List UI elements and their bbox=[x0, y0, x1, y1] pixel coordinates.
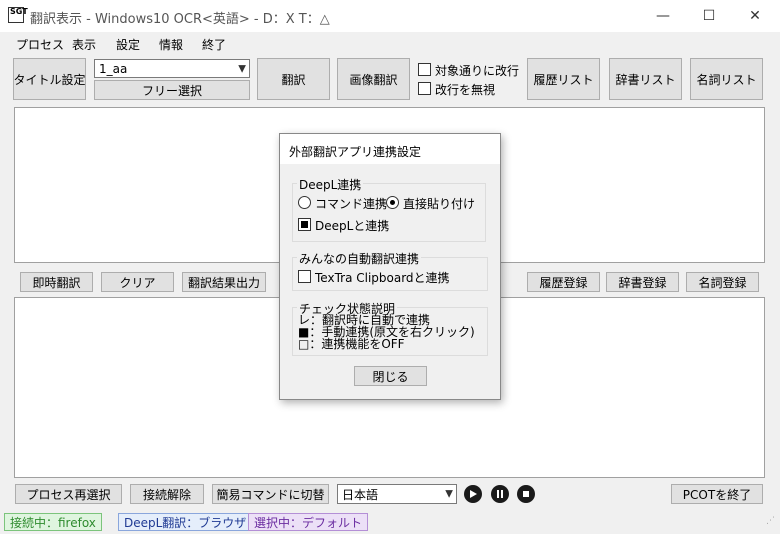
noun-register-button[interactable]: 名詞登録 bbox=[686, 272, 759, 292]
free-select-button[interactable]: フリー選択 bbox=[94, 80, 250, 100]
maximize-button[interactable]: ☐ bbox=[686, 0, 732, 32]
target-select-value: 1_aa bbox=[99, 61, 128, 76]
reselect-process-button[interactable]: プロセス再選択 bbox=[15, 484, 122, 504]
title-bar: SGT 翻訳表示 - Windows10 OCR<英語> - D：X T：△ —… bbox=[0, 0, 780, 32]
play-icon[interactable] bbox=[464, 485, 482, 503]
menu-process[interactable]: プロセス bbox=[16, 36, 64, 53]
menu-view[interactable]: 表示 bbox=[72, 36, 96, 53]
radio-command-label: コマンド連携 bbox=[315, 197, 388, 211]
radio-paste[interactable] bbox=[386, 195, 399, 209]
dialog-title: 外部翻訳アプリ連携設定 bbox=[280, 134, 500, 164]
history-register-button[interactable]: 履歴登録 bbox=[527, 272, 600, 292]
app-icon: SGT bbox=[8, 7, 28, 23]
ignore-newline-checkbox[interactable] bbox=[418, 81, 431, 95]
menu-exit[interactable]: 終了 bbox=[202, 36, 226, 53]
dictionary-register-button[interactable]: 辞書登録 bbox=[606, 272, 679, 292]
textra-checkbox[interactable] bbox=[298, 269, 311, 283]
menu-settings[interactable]: 設定 bbox=[116, 36, 140, 53]
stop-icon[interactable] bbox=[517, 485, 535, 503]
close-button[interactable]: ✕ bbox=[732, 0, 778, 32]
history-list-button[interactable]: 履歴リスト bbox=[527, 58, 600, 100]
clear-button[interactable]: クリア bbox=[101, 272, 174, 292]
checkbox-box bbox=[418, 63, 431, 76]
status-connected: 接続中：firefox bbox=[4, 513, 102, 531]
menu-bar: プロセス 表示 設定 情報 終了 bbox=[0, 32, 780, 54]
deepl-checkbox-label: DeepLと連携 bbox=[315, 219, 390, 233]
disconnect-button[interactable]: 接続解除 bbox=[130, 484, 204, 504]
newline-checkbox-label: 対象通りに改行 bbox=[435, 64, 520, 78]
minimize-button[interactable]: — bbox=[640, 0, 686, 32]
menu-info[interactable]: 情報 bbox=[159, 36, 183, 53]
dialog-close-button[interactable]: 閉じる bbox=[354, 366, 427, 386]
radio-command[interactable] bbox=[298, 195, 311, 209]
status-deepl: DeepL翻訳：ブラウザ bbox=[118, 513, 253, 531]
newline-checkbox[interactable] bbox=[418, 62, 431, 76]
deepl-checkbox[interactable] bbox=[298, 217, 311, 231]
checkbox-box bbox=[298, 218, 311, 231]
radio-button bbox=[386, 196, 399, 209]
target-select[interactable]: 1_aa ▼ bbox=[94, 59, 250, 78]
translate-button[interactable]: 翻訳 bbox=[257, 58, 330, 100]
instant-translate-button[interactable]: 即時翻訳 bbox=[20, 272, 93, 292]
radio-button bbox=[298, 196, 311, 209]
external-translator-dialog: 外部翻訳アプリ連携設定 DeepL連携 コマンド連携 直接貼り付け DeepLと… bbox=[279, 133, 501, 400]
deepl-group-title: DeepL連携 bbox=[297, 176, 364, 193]
exit-pcot-button[interactable]: PCOTを終了 bbox=[671, 484, 763, 504]
window-title: 翻訳表示 - Windows10 OCR<英語> - D：X T：△ bbox=[30, 12, 330, 27]
ignore-newline-checkbox-label: 改行を無視 bbox=[435, 83, 496, 97]
pause-icon[interactable] bbox=[491, 485, 509, 503]
output-result-button[interactable]: 翻訳結果出力 bbox=[182, 272, 266, 292]
checkbox-box bbox=[418, 82, 431, 95]
language-select[interactable]: 日本語 ▼ bbox=[337, 484, 457, 504]
radio-paste-label: 直接貼り付け bbox=[403, 197, 476, 211]
language-select-value: 日本語 bbox=[342, 487, 379, 502]
resize-grip-icon[interactable]: ⋰ bbox=[766, 517, 776, 529]
legend-off: □：連携機能をOFF bbox=[298, 337, 405, 351]
dictionary-list-button[interactable]: 辞書リスト bbox=[609, 58, 682, 100]
checkbox-box bbox=[298, 270, 311, 283]
switch-simple-command-button[interactable]: 簡易コマンドに切替 bbox=[212, 484, 329, 504]
status-selected: 選択中：デフォルト bbox=[248, 513, 369, 531]
noun-list-button[interactable]: 名詞リスト bbox=[690, 58, 763, 100]
chevron-down-icon: ▼ bbox=[238, 63, 246, 74]
title-setting-button[interactable]: タイトル設定 bbox=[13, 58, 86, 100]
chevron-down-icon: ▼ bbox=[445, 488, 453, 500]
minna-group-title: みんなの自動翻訳連携 bbox=[297, 250, 422, 267]
textra-checkbox-label: TexTra Clipboardと連携 bbox=[315, 271, 450, 285]
image-translate-button[interactable]: 画像翻訳 bbox=[337, 58, 410, 100]
